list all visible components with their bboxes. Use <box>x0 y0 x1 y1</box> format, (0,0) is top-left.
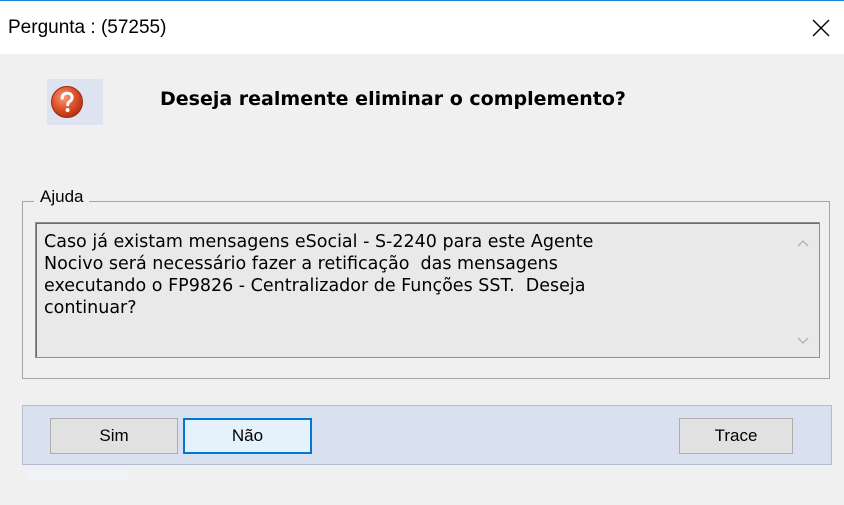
scroll-down-button[interactable] <box>788 330 818 352</box>
trace-button[interactable]: Trace <box>679 418 793 454</box>
scroll-up-button[interactable] <box>788 232 818 254</box>
close-button[interactable] <box>798 1 844 54</box>
window-title: Pergunta : (57255) <box>8 17 167 38</box>
yes-button[interactable]: Sim <box>50 418 178 454</box>
close-icon <box>812 19 830 36</box>
help-scrollbar[interactable] <box>788 224 818 356</box>
help-text: Caso já existam mensagens eSocial - S-22… <box>44 232 594 318</box>
question-dialog: Pergunta : (57255) Deseja realmente elim… <box>0 0 844 505</box>
status-strip <box>28 470 128 480</box>
title-bar[interactable]: Pergunta : (57255) <box>0 0 844 54</box>
chevron-up-icon <box>797 240 809 247</box>
help-textarea[interactable]: Caso já existam mensagens eSocial - S-22… <box>35 222 820 358</box>
no-button[interactable]: Não <box>183 418 312 454</box>
help-legend: Ajuda <box>34 187 90 207</box>
button-bar: Sim Não Trace <box>22 405 832 465</box>
chevron-down-icon <box>797 337 809 344</box>
question-message: Deseja realmente eliminar o complemento? <box>160 88 626 110</box>
question-icon <box>51 86 83 118</box>
